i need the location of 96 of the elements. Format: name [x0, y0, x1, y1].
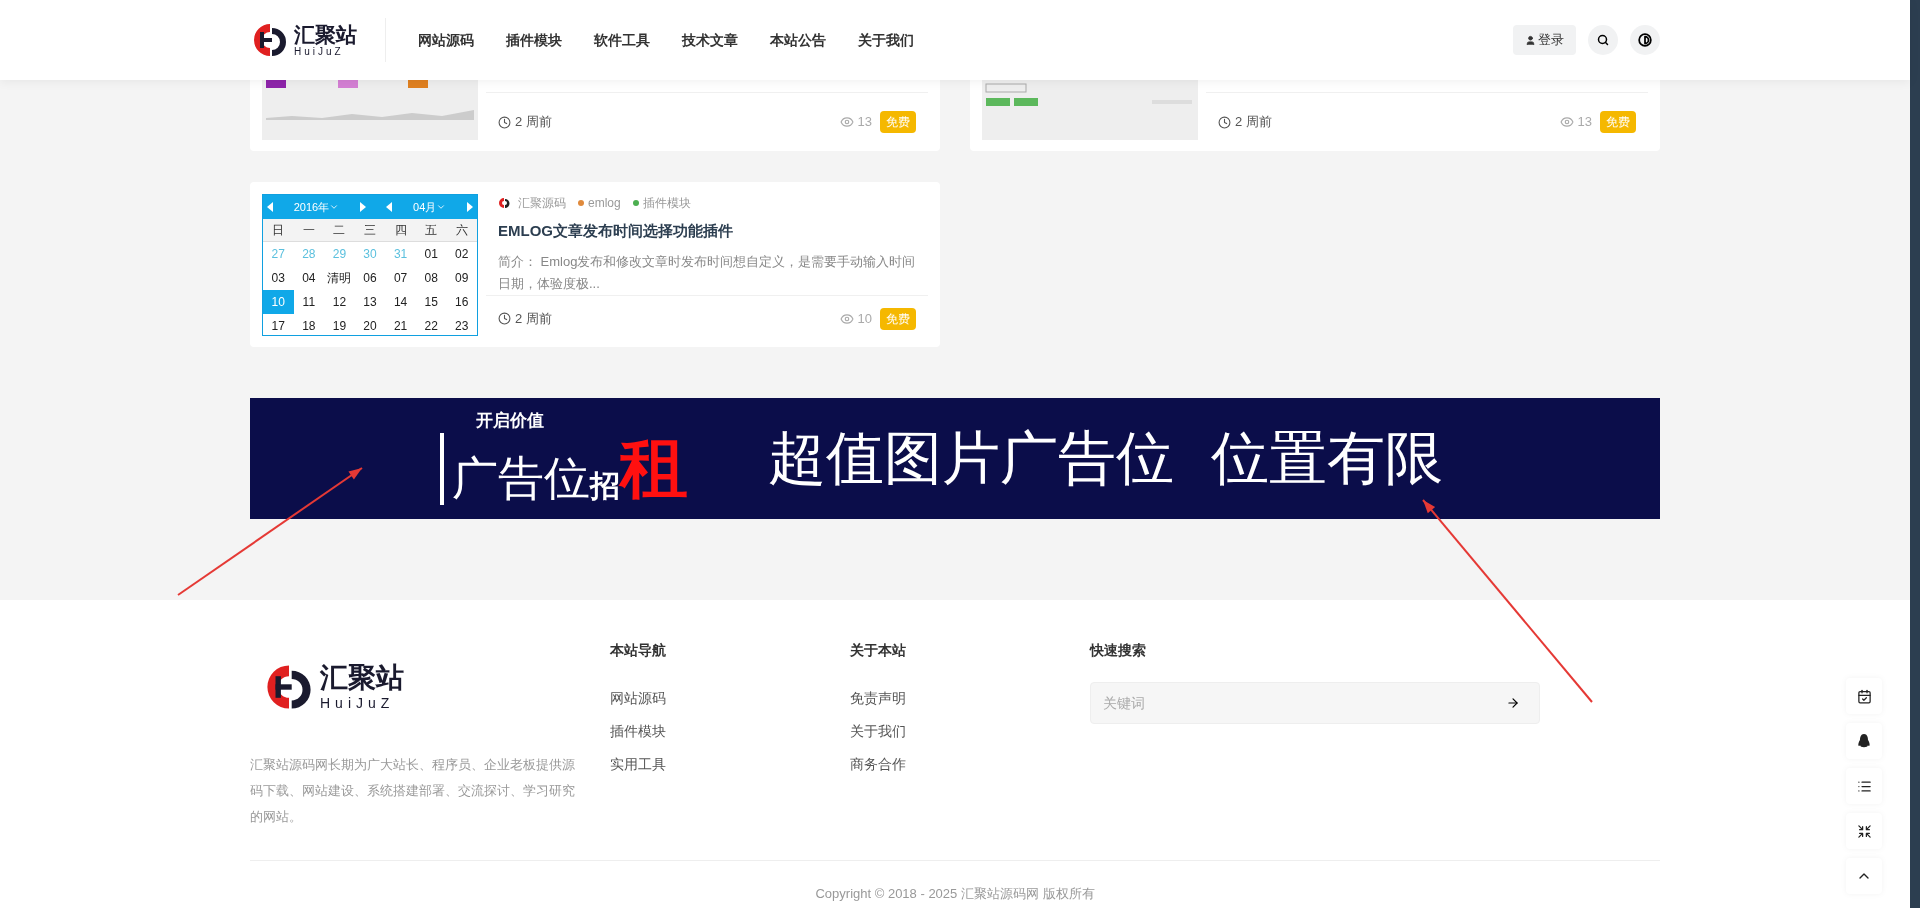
weekday-label: 四 — [393, 222, 408, 239]
clock-icon — [498, 115, 511, 129]
calendar-day[interactable]: 01 — [415, 242, 447, 266]
footer-heading: 快速搜索 — [1090, 641, 1147, 660]
logo-subtitle: HuiJuZ — [320, 696, 396, 710]
calendar-day[interactable]: 23 — [446, 314, 477, 335]
search-button[interactable] — [1588, 25, 1618, 55]
calendar-year: 2016年 — [293, 199, 330, 215]
calendar-day[interactable]: 14 — [385, 290, 416, 314]
weekday-label: 五 — [424, 222, 439, 239]
caret-icon — [436, 202, 447, 212]
list-icon — [1856, 778, 1872, 794]
price-tag: 免费 — [1600, 111, 1636, 133]
weekday-label: 三 — [363, 222, 377, 239]
eye-icon — [1559, 115, 1574, 129]
view-count: 13 — [1559, 112, 1592, 132]
footer-heading: 本站导航 — [610, 641, 667, 660]
post-time: 2 周前 — [498, 112, 552, 132]
caret-icon — [329, 202, 340, 212]
calendar-day[interactable]: 09 — [446, 266, 477, 290]
calendar-day[interactable]: 13 — [354, 290, 386, 314]
post-time: 2 周前 — [1218, 112, 1272, 132]
contrast-icon — [1638, 33, 1652, 47]
footer-link[interactable]: 插件模块 — [610, 721, 850, 742]
price-tag: 免费 — [880, 111, 916, 133]
view-count: 13 — [839, 112, 872, 132]
calendar-month: 04月 — [413, 199, 437, 215]
footer-link[interactable]: 网站源码 — [610, 688, 850, 709]
left-arrow-icon — [267, 202, 273, 212]
logo-subtitle: HuiJuZ — [294, 46, 345, 57]
right-arrow-icon — [359, 202, 366, 212]
clock-icon — [498, 312, 511, 325]
banner-tagline: 开启价值 — [476, 412, 545, 429]
post-time: 2 周前 — [498, 308, 552, 329]
footer-heading: 关于本站 — [850, 641, 907, 660]
price-tag: 免费 — [880, 307, 916, 330]
banner-text: 广告位 — [452, 455, 590, 501]
copyright-text: Copyright © 2018 - 2025 汇聚站源码网 版权所有 — [815, 886, 1095, 901]
clock-icon — [1218, 115, 1231, 129]
login-button[interactable]: 登录 — [1513, 25, 1576, 55]
user-icon — [1525, 34, 1536, 46]
calendar-day[interactable]: 08 — [415, 266, 447, 290]
post-title[interactable]: EMLOG文章发布时间选择功能插件 — [486, 220, 928, 243]
footer-link[interactable]: 免责声明 — [850, 688, 1090, 709]
logo-text: 汇聚站 — [320, 664, 404, 692]
floating-tool-button[interactable] — [1846, 678, 1882, 714]
calendar-day[interactable]: 22 — [415, 314, 447, 335]
site-description: 汇聚站源码网长期为广大站长、程序员、企业老板提供源码下载、网站建设、系统搭建部署、交流探讨、学习研究的网站。 — [250, 756, 576, 826]
nav-link[interactable]: 关于我们 — [858, 29, 914, 51]
theme-toggle-button[interactable] — [1630, 25, 1660, 55]
search-field[interactable]: 关键词 — [1090, 682, 1540, 724]
calendar-day[interactable]: 21 — [385, 314, 416, 335]
calendar-check-icon — [1856, 688, 1872, 704]
calendar-day[interactable]: 清明 — [324, 266, 355, 290]
penguin-icon — [1858, 733, 1870, 749]
calendar-day[interactable]: 11 — [293, 290, 325, 314]
calendar-day[interactable]: 19 — [324, 314, 355, 335]
post-excerpt: 简介： Emlog发布和修改文章时发布时间想自定义，是需要手动输入时间日期，体验度极... — [497, 252, 917, 293]
footer-link[interactable]: 实用工具 — [610, 754, 850, 775]
weekday-label: 一 — [301, 222, 316, 239]
footer-link[interactable]: 关于我们 — [850, 721, 1090, 742]
collapse-icon — [1856, 823, 1872, 839]
view-count: 10 — [839, 308, 872, 329]
banner-slogan: 超值图片广告位 位置有限 — [768, 423, 1443, 494]
floating-tool-button[interactable] — [1846, 813, 1882, 849]
eye-icon — [839, 115, 854, 129]
nav-link[interactable]: 本站公告 — [770, 29, 826, 51]
footer-link[interactable]: 商务合作 — [850, 754, 1090, 775]
nav-link[interactable]: 软件工具 — [594, 29, 650, 51]
calendar-day[interactable]: 12 — [324, 290, 355, 314]
search-icon — [1597, 34, 1609, 46]
ad-banner[interactable]: 开启价值 广告位招租 超值图片广告位 位置有限 — [250, 398, 1660, 519]
weekday-label: 二 — [332, 222, 347, 239]
nav-link[interactable]: 插件模块 — [506, 29, 562, 51]
calendar-day[interactable]: 02 — [446, 242, 477, 266]
right-arrow-icon — [466, 202, 473, 212]
calendar-day[interactable]: 04 — [293, 266, 325, 290]
nav-link[interactable]: 技术文章 — [682, 29, 738, 51]
calendar-day[interactable]: 03 — [263, 266, 294, 290]
calendar-day[interactable]: 17 — [263, 314, 294, 335]
floating-tool-button[interactable] — [1846, 723, 1882, 759]
calendar-day[interactable]: 07 — [385, 266, 416, 290]
eye-icon — [839, 311, 854, 326]
author-avatar-icon — [498, 197, 510, 209]
left-arrow-icon — [386, 202, 393, 212]
calendar-day[interactable]: 06 — [354, 266, 386, 290]
nav-link[interactable]: 网站源码 — [418, 29, 474, 51]
calendar-day[interactable]: 15 — [415, 290, 447, 314]
weekday-label: 日 — [271, 222, 286, 239]
post-author: 汇聚源码 — [498, 194, 566, 212]
calendar-day[interactable]: 18 — [293, 314, 325, 335]
calendar-day[interactable]: 16 — [446, 290, 477, 314]
banner-text: 租 — [620, 433, 688, 501]
calendar-day[interactable]: 20 — [354, 314, 386, 335]
logo-text: 汇聚站 — [294, 23, 357, 45]
weekday-label: 六 — [454, 222, 469, 239]
